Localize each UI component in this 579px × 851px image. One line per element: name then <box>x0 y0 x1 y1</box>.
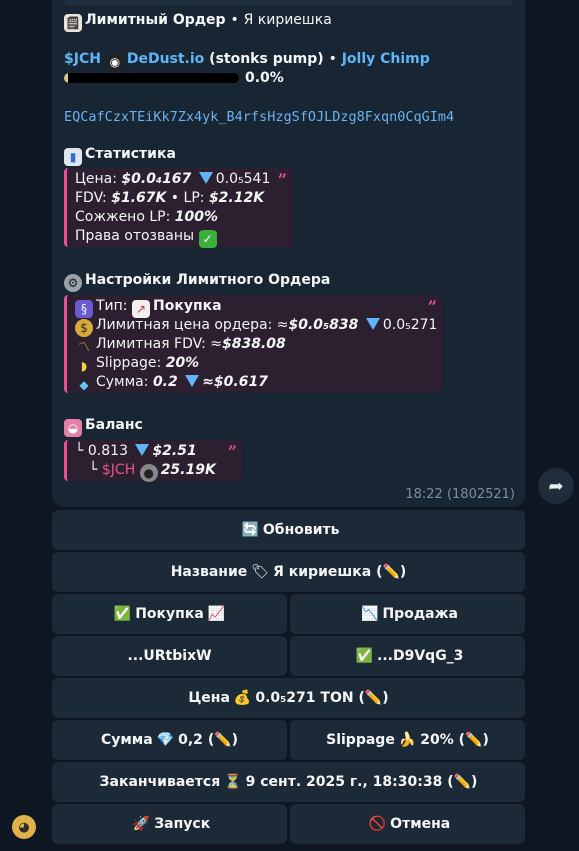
stats-price-row: Цена: $0.0₄167 0.0₅541 <box>75 171 271 187</box>
balance-token-row: └ $JCH ● 25.19K <box>89 462 216 482</box>
chart-up-icon: 📈 <box>207 606 226 622</box>
money-bag-icon: $ <box>75 319 93 337</box>
settings-limit-price-row: $ Лимитная цена ордера: ≈$0.0₅838 0.0₅271 <box>75 317 437 337</box>
chart-down-icon: 📉 <box>361 606 379 622</box>
quote-mark-icon: ” <box>427 297 437 316</box>
stats-quote: ” Цена: $0.0₄167 0.0₅541 FDV: $1.67K • L… <box>64 168 293 248</box>
settings-quote: ” § Тип: ↗ Покупка $ Лимитная цена ордера: … <box>64 295 443 393</box>
amount-button[interactable]: Сумма 💎 0,2 (✏️) <box>52 720 287 760</box>
quote-mark-icon: ” <box>277 170 287 189</box>
gear-icon: ⚙ <box>64 274 82 292</box>
ton-icon <box>198 172 213 184</box>
gem-icon: ◆ <box>79 378 89 392</box>
share-button[interactable]: ➦ <box>538 468 574 504</box>
progress-fill <box>64 73 68 83</box>
dna-icon: § <box>75 300 93 318</box>
tree-corner-icon: └ <box>89 462 98 478</box>
hourglass-icon: ⏳ <box>224 774 242 790</box>
wallet-1-button[interactable]: ...URtbixW <box>52 636 287 676</box>
previous-message-edge <box>64 0 513 6</box>
sell-button[interactable]: 📉 Продажа <box>290 594 525 634</box>
prohibited-icon: 🚫 <box>368 816 387 832</box>
forward-arrow-icon: ➦ <box>548 475 564 497</box>
settings-amount-row: ◆ Сумма: 0.2 ≈$0.617 <box>75 374 268 394</box>
stats-fdv-row: FDV: $1.67K • LP: $2.12K <box>75 190 265 206</box>
dedust-icon: ◉ <box>105 53 124 71</box>
token-ticker-link[interactable]: $JCH <box>64 51 101 67</box>
zigzag-icon: 〽 <box>77 340 90 354</box>
avatar-icon: ◕ <box>18 819 30 835</box>
settings-limit-fdv-row: 〽 Лимитная FDV: ≈$838.08 <box>75 336 286 356</box>
money-bag-icon: 💰 <box>233 690 252 706</box>
contract-address[interactable]: EQCafCzxTEiKk7Zx4yk_B4rfsHzgSfOJLDzg8Fxq… <box>64 109 454 125</box>
balance-token-link[interactable]: $JCH <box>102 462 135 478</box>
dex-link[interactable]: DeDust.io <box>127 51 204 67</box>
chart-icon: ▮ <box>64 148 82 166</box>
label-tag-icon: 🏷 <box>251 564 270 580</box>
gem-icon: 💎 <box>156 732 175 748</box>
refresh-button[interactable]: 🔄 Обновить <box>52 510 525 550</box>
stats-burned-row: Сожжено LP: 100% <box>75 209 219 225</box>
ton-icon <box>135 444 150 456</box>
balance-ton-row: └ 0.813 $2.51 <box>75 443 197 459</box>
refresh-icon: 🔄 <box>241 522 259 538</box>
order-header: 🗒 Лимитный Ордер • Я кириешка <box>64 12 332 32</box>
settings-type-row: § Тип: ↗ Покупка <box>75 298 222 318</box>
slippage-button[interactable]: Slippage 🍌 20% (✏️) <box>290 720 525 760</box>
check-icon: ✓ <box>198 230 217 248</box>
message-timestamp: 18:22 (1802521) <box>405 487 515 502</box>
settings-slippage-row: ◗ Slippage: 20% <box>75 355 199 375</box>
check-icon: ✅ <box>355 648 374 664</box>
stats-revoked-row: Права отозваны ✓ <box>75 228 220 248</box>
purse-icon: ◒ <box>64 419 82 437</box>
balance-quote: ” └ 0.813 $2.51 └ $JCH ● 25.19K <box>64 440 243 482</box>
ton-icon <box>185 375 200 387</box>
progress-line: 0.0% <box>64 70 284 86</box>
ton-icon <box>365 318 380 330</box>
bot-avatar[interactable]: ◕ <box>12 815 36 839</box>
token-line: $JCH ◉ DeDust.io (stonks pump) • Jolly Ch… <box>64 51 430 71</box>
price-button[interactable]: Цена 💰 0.0₅271 TON (✏️) <box>52 678 525 718</box>
token-name-link[interactable]: Jolly Chimp <box>342 51 430 67</box>
stats-title: ▮ Статистика <box>64 146 176 166</box>
settings-title: ⚙ Настройки Лимитного Ордера <box>64 272 330 292</box>
name-button[interactable]: Название 🏷 Я кириешка (✏️) <box>52 552 525 592</box>
quote-mark-icon: ” <box>227 442 237 461</box>
chimp-icon: ● <box>139 464 158 482</box>
rocket-icon: 🚀 <box>132 816 151 832</box>
wallet-2-button[interactable]: ✅ ...D9VqG_3 <box>290 636 525 676</box>
buy-button[interactable]: ✅ Покупка 📈 <box>52 594 287 634</box>
check-icon: ✅ <box>113 606 132 622</box>
chart-up-icon: ↗ <box>131 300 150 318</box>
banana-icon: 🍌 <box>398 732 417 748</box>
notepad-icon: 🗒 <box>64 14 82 32</box>
balance-title: ◒ Баланс <box>64 417 143 437</box>
banana-icon: ◗ <box>80 359 88 373</box>
expires-button[interactable]: Заканчивается ⏳ 9 сент. 2025 г., 18:30:38 … <box>52 762 525 802</box>
launch-button[interactable]: 🚀 Запуск <box>52 804 287 844</box>
tree-corner-icon: └ <box>75 443 84 459</box>
cancel-button[interactable]: 🚫 Отмена <box>290 804 525 844</box>
progress-bar <box>64 73 239 83</box>
